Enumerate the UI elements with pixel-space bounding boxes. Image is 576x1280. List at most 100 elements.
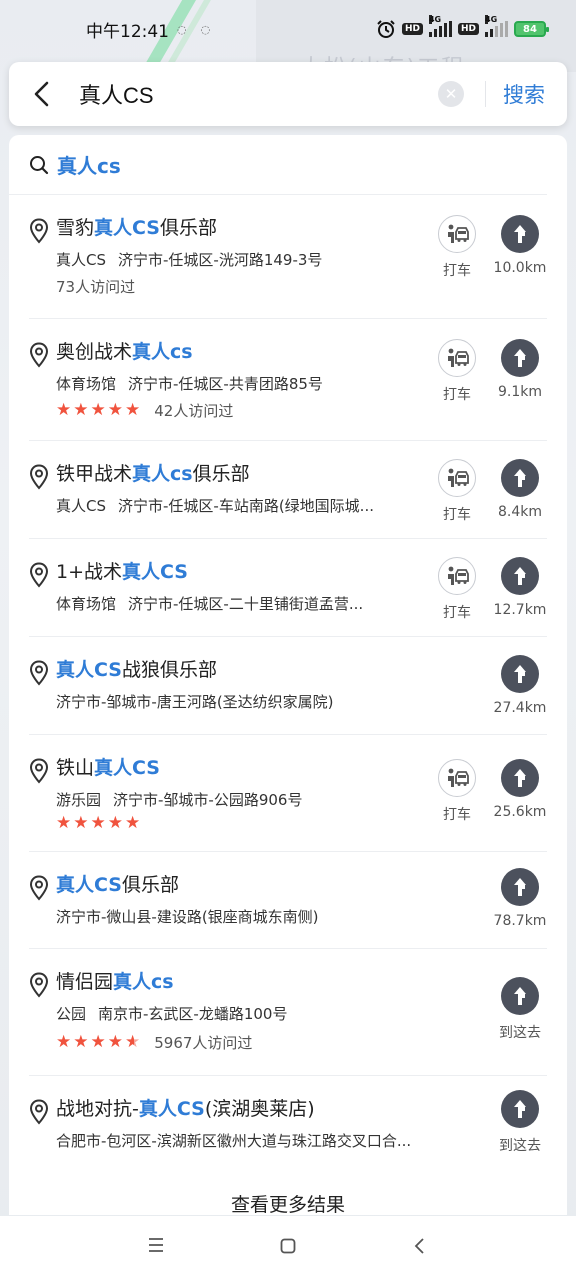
back-arrow-icon[interactable] [33,80,53,108]
result-address: 济宁市-任城区-洸河路149-3号 [118,251,323,269]
taxi-label: 打车 [443,387,471,403]
title-highlight: 真人CS [138,1098,205,1120]
route-button[interactable]: 10.0km [488,215,552,276]
result-item[interactable]: 情侣园真人cs 公园 南京市-玄武区-龙蟠路100号 ★ ★ ★ ★ ★ 5967人访问过 到这去 [29,949,547,1076]
location-pin-icon [29,875,49,901]
route-button[interactable]: 27.4km [488,655,552,716]
location-pin-icon [29,1099,49,1125]
title-suffix: 俱乐部 [160,217,218,239]
star-icon: ★ [125,400,141,420]
result-extra: ★ ★ ★ ★ ★ 42人访问过 [56,400,233,421]
title-highlight: 真人CS [56,659,122,681]
network-type: 4G [485,15,498,24]
result-address: 济宁市-任城区-二十里铺街道孟营... [128,595,364,613]
status-time: 中午12:41 [86,21,169,42]
taxi-label: 打车 [443,263,471,279]
result-item[interactable]: 真人CS战狼俱乐部 济宁市-邹城市-唐王河路(圣达纺织家属院) 27.4km [29,637,547,735]
result-item[interactable]: 奥创战术真人cs 体育场馆 济宁市-任城区-共青团路85号 ★ ★ ★ ★ ★ 42人访问过 打车… [29,319,547,441]
route-button[interactable]: 9.1km [488,339,552,400]
turn-right-icon [501,339,539,377]
star-icon: ★ [73,400,89,420]
half-star-icon: ★ [125,1032,141,1052]
result-category: 公园 [56,1005,87,1023]
route-button[interactable]: 78.7km [488,868,552,929]
distance-label: 25.6km [493,804,547,820]
signal-icon: 4G [485,15,508,37]
more-results-button[interactable]: 查看更多结果 [9,1190,567,1217]
title-prefix: 铁山 [56,757,95,779]
rating-stars: ★ ★ ★ ★ ★ [56,402,140,419]
result-extra: ★ ★ ★ ★ ★ 5967人访问过 [56,1032,252,1053]
search-button[interactable]: 搜索 [503,79,545,109]
distance-label: 8.4km [497,504,542,520]
taxi-button[interactable]: 打车 [433,339,481,404]
distance-label: 78.7km [493,913,547,929]
route-button[interactable]: 12.7km [488,557,552,618]
turn-right-icon [501,557,539,595]
title-prefix: 铁甲战术 [56,463,133,485]
search-suggestion[interactable]: 真人cs [9,135,547,195]
title-highlight: 真人cs [132,341,193,363]
home-icon[interactable] [280,1238,296,1254]
title-highlight: 真人cs [132,463,193,485]
menu-icon[interactable] [148,1238,164,1252]
taxi-button[interactable]: 打车 [433,459,481,524]
taxi-icon [438,759,476,797]
turn-right-icon [501,1090,539,1128]
rating-stars: ★ ★ ★ ★ ★ [56,815,140,832]
turn-right-icon [501,759,539,797]
result-item[interactable]: 1+战术真人CS 体育场馆 济宁市-任城区-二十里铺街道孟营... 打车 12.7km [29,539,547,637]
result-item[interactable]: 真人CS俱乐部 济宁市-微山县-建设路(银座商城东南侧) 78.7km [29,852,547,949]
suggestion-text: 真人cs [57,154,121,178]
taxi-button[interactable]: 打车 [433,215,481,280]
taxi-button[interactable]: 打车 [433,759,481,824]
result-address: 济宁市-任城区-共青团路85号 [128,375,323,393]
taxi-icon [438,215,476,253]
distance-label: 9.1km [497,384,542,400]
system-nav-bar [0,1216,576,1280]
route-button[interactable]: 到这去 [488,1090,552,1155]
route-button[interactable]: 25.6km [488,759,552,820]
search-input[interactable]: 真人CS [79,78,438,110]
title-highlight: 真人CS [56,874,122,896]
result-title: 情侣园真人cs [56,967,174,994]
back-icon[interactable] [413,1238,425,1254]
result-address: 济宁市-任城区-车站南路(绿地国际城... [118,497,374,515]
star-icon: ★ [107,400,123,420]
result-item[interactable]: 铁甲战术真人cs俱乐部真人CS 济宁市-任城区-车站南路(绿地国际城... 打车 8.… [29,441,547,539]
route-button[interactable]: 8.4km [488,459,552,520]
result-address: 合肥市-包河区-滨湖新区徽州大道与珠江路交叉口合... [56,1132,412,1150]
result-extra: 73人访问过 [56,276,135,297]
route-button[interactable]: 到这去 [488,977,552,1042]
title-highlight: 真人cs [113,971,174,993]
result-item[interactable]: 雪豹真人CS俱乐部 真人CS 济宁市-任城区-洸河路149-3号 73人访问过 打车 10… [29,195,547,319]
taxi-button[interactable]: 打车 [433,557,481,622]
hd-badge: HD [457,23,479,35]
result-subtitle: 公园 南京市-玄武区-龙蟠路100号 [56,1003,436,1024]
location-pin-icon [29,562,49,588]
result-item[interactable]: 战地对抗-真人CS(滨湖奥莱店) 合肥市-包河区-滨湖新区徽州大道与珠江路交叉口合… [29,1076,547,1172]
star-icon: ★ [90,813,106,833]
signal-icon: 4G [428,15,452,37]
result-list: 雪豹真人CS俱乐部 真人CS 济宁市-任城区-洸河路149-3号 73人访问过 打车 10… [9,195,567,1172]
result-subtitle: 游乐园 济宁市-邹城市-公园路906号 [56,789,436,810]
result-category: 真人CS [56,497,106,515]
result-item[interactable]: 铁山真人CS 游乐园 济宁市-邹城市-公园路906号 ★ ★ ★ ★ ★ 打车 25.6km [29,735,547,852]
result-category: 体育场馆 [56,595,117,613]
title-suffix: 俱乐部 [121,874,179,896]
turn-right-icon [501,868,539,906]
divider [485,81,486,107]
title-suffix: 俱乐部 [192,463,250,485]
title-prefix: 1+战术 [56,561,123,583]
turn-right-icon [501,977,539,1015]
star-icon: ★ [90,400,106,420]
result-subtitle: 体育场馆 济宁市-任城区-二十里铺街道孟营... [56,593,436,614]
star-icon: ★ [125,813,141,833]
star-icon: ★ [107,813,123,833]
clear-icon[interactable]: ✕ [438,81,464,107]
star-icon: ★ [73,813,89,833]
title-prefix: 雪豹 [56,217,95,239]
star-icon: ★ [56,400,72,420]
title-prefix: 战地对抗- [56,1098,139,1120]
star-icon: ★ [107,1032,123,1052]
